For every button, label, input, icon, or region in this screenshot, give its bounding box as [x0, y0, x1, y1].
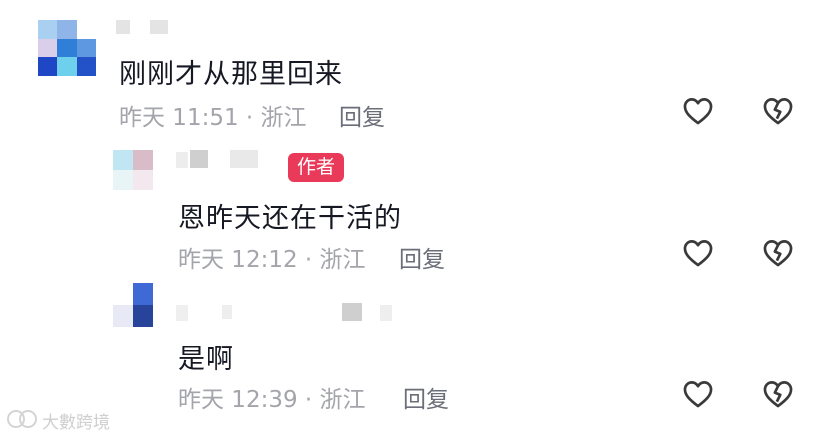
- username-redacted[interactable]: [190, 150, 208, 168]
- username-redacted[interactable]: [222, 305, 232, 319]
- username-redacted[interactable]: [342, 303, 362, 321]
- avatar[interactable]: [38, 20, 96, 76]
- username-redacted[interactable]: [176, 152, 188, 168]
- username-redacted[interactable]: [380, 305, 392, 321]
- reply-button[interactable]: 回复: [399, 240, 445, 274]
- username-redacted[interactable]: [230, 150, 258, 168]
- heart-icon[interactable]: [681, 94, 715, 128]
- comment-meta: 昨天 12:39 · 浙江: [178, 387, 366, 413]
- reply-button[interactable]: 回复: [339, 98, 385, 132]
- watermark-logo-icon: [7, 410, 37, 428]
- avatar[interactable]: [113, 150, 153, 190]
- avatar[interactable]: [113, 283, 153, 327]
- comment-text: 恩昨天还在干活的: [178, 203, 402, 234]
- comment-meta: 昨天 11:51 · 浙江: [119, 105, 307, 131]
- heart-icon[interactable]: [681, 236, 715, 270]
- reply-button[interactable]: 回复: [403, 380, 449, 414]
- username-redacted[interactable]: [116, 20, 130, 34]
- comment-text: 刚刚才从那里回来: [119, 59, 343, 90]
- comment-text: 是啊: [178, 344, 234, 375]
- author-badge: 作者: [288, 153, 345, 182]
- heart-icon[interactable]: [681, 377, 715, 411]
- username-redacted[interactable]: [176, 305, 188, 321]
- comment-meta: 昨天 12:12 · 浙江: [178, 247, 366, 273]
- broken-heart-icon[interactable]: [761, 236, 795, 270]
- username-redacted[interactable]: [150, 20, 168, 34]
- watermark-text: 大數跨境: [42, 413, 110, 433]
- broken-heart-icon[interactable]: [761, 377, 795, 411]
- broken-heart-icon[interactable]: [761, 94, 795, 128]
